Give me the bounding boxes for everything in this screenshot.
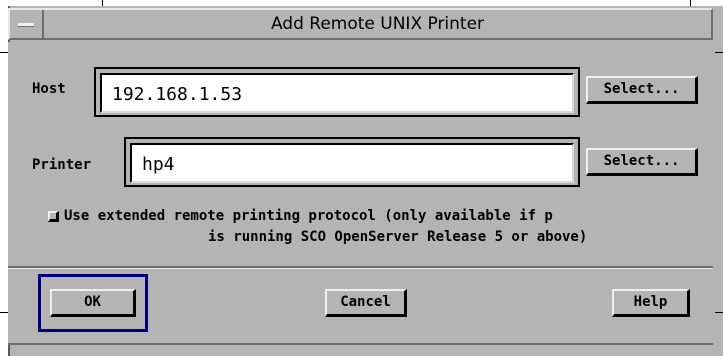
edge-mark xyxy=(0,312,8,313)
button-footer: OK Cancel Help xyxy=(8,269,713,343)
window-menu-button[interactable] xyxy=(10,10,44,38)
extended-protocol-label-line2: is running SCO OpenServer Release 5 or a… xyxy=(208,229,588,245)
extended-protocol-checkbox[interactable] xyxy=(48,211,59,222)
ok-button[interactable]: OK xyxy=(50,289,136,317)
window-bottom-edge xyxy=(8,343,713,345)
host-label: Host xyxy=(32,81,66,97)
dialog-content: Host 192.168.1.53 Select... Printer hp4 … xyxy=(8,42,713,268)
printer-select-button[interactable]: Select... xyxy=(586,148,698,176)
edge-mark xyxy=(715,52,723,53)
edge-mark xyxy=(0,52,8,53)
cancel-button[interactable]: Cancel xyxy=(325,289,407,317)
host-select-button[interactable]: Select... xyxy=(586,76,698,104)
extended-protocol-label-line1: Use extended remote printing protocol (o… xyxy=(64,208,553,224)
help-button[interactable]: Help xyxy=(612,289,690,317)
printer-input[interactable]: hp4 xyxy=(130,143,574,183)
window-title: Add Remote UNIX Printer xyxy=(270,14,485,34)
edge-mark xyxy=(715,312,723,313)
window-menu-icon xyxy=(18,23,34,27)
title-bar[interactable]: Add Remote UNIX Printer xyxy=(8,8,713,40)
printer-label: Printer xyxy=(32,157,92,173)
host-input[interactable]: 192.168.1.53 xyxy=(100,73,574,113)
